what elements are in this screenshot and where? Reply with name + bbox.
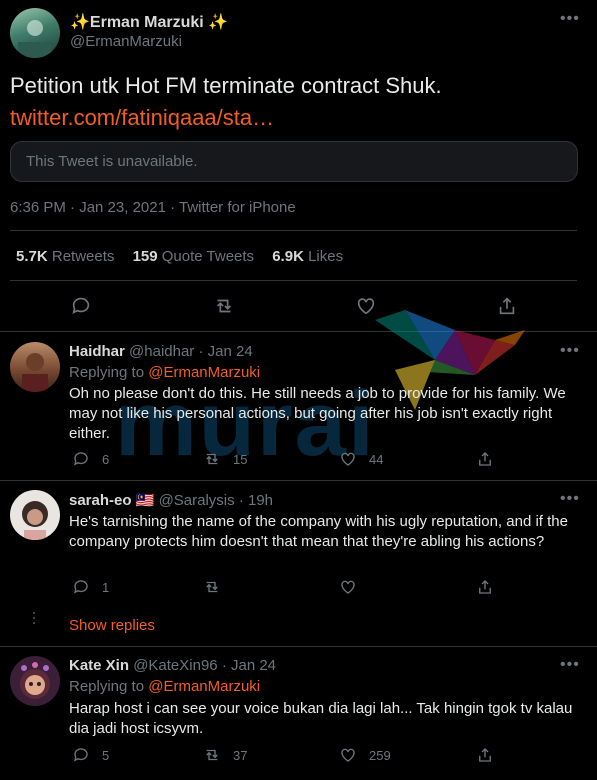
stats-row: 5.7K Retweets 159 Quote Tweets 6.9K Like… — [16, 248, 343, 265]
retweet-icon — [206, 453, 218, 465]
retweet-button[interactable] — [213, 295, 235, 322]
reply-button[interactable]: 5 — [72, 746, 109, 764]
reply-author-name[interactable]: Haidhar — [69, 343, 125, 360]
share-button[interactable] — [476, 578, 506, 596]
like-button[interactable]: 259 — [339, 746, 391, 764]
quotes-stat[interactable]: 159 Quote Tweets — [133, 248, 254, 265]
tweet-timestamp[interactable]: 6:36 PM · Jan 23, 2021 · Twitter for iPh… — [10, 199, 296, 216]
like-button[interactable]: 44 — [339, 450, 383, 468]
retweet-icon — [206, 581, 218, 593]
more-options-icon[interactable]: ••• — [560, 342, 580, 360]
reply-text: He's tarnishing the name of the company … — [69, 513, 568, 550]
reply-button[interactable]: 1 — [72, 578, 109, 596]
reply-author-name[interactable]: sarah-eo — [69, 492, 132, 509]
reply-avatar[interactable] — [10, 656, 60, 706]
share-icon — [479, 580, 491, 594]
likes-stat[interactable]: 6.9K Likes — [272, 248, 343, 265]
replying-to-link[interactable]: @ErmanMarzuki — [148, 364, 260, 381]
replying-to-line: Replying to @ErmanMarzuki — [69, 364, 261, 381]
reply-icon — [73, 452, 88, 466]
retweet-icon — [216, 299, 232, 313]
heart-icon — [357, 298, 375, 315]
reply-button[interactable] — [70, 295, 92, 322]
reply-time[interactable]: · 19h — [239, 492, 273, 509]
reply-header: Kate Xin @KateXin96 · Jan 24 — [69, 657, 276, 674]
replying-to-link[interactable]: @ErmanMarzuki — [148, 678, 260, 695]
reply-icon — [72, 297, 90, 314]
reply-header: Haidhar @haidhar · Jan 24 — [69, 343, 253, 360]
tweet-link[interactable]: twitter.com/fatiniqaaa/sta… — [10, 105, 274, 131]
reply-avatar[interactable] — [10, 490, 60, 540]
retweet-icon — [206, 749, 218, 761]
unavailable-quote-card: This Tweet is unavailable. — [10, 141, 578, 182]
malaysia-flag-icon: 🇲🇾 — [135, 492, 155, 509]
author-handle[interactable]: @ErmanMarzuki — [70, 33, 182, 50]
reply-button[interactable]: 6 — [72, 450, 109, 468]
reply-author-name[interactable]: Kate Xin — [69, 657, 129, 674]
unavailable-text: This Tweet is unavailable. — [26, 153, 198, 170]
show-replies-link[interactable]: Show replies — [69, 617, 155, 634]
reply-author-handle[interactable]: @Saralysis — [159, 492, 235, 509]
heart-icon — [341, 748, 355, 762]
divider — [0, 480, 597, 481]
reply-text: Harap host i can see your voice bukan di… — [69, 700, 573, 737]
share-button[interactable] — [476, 450, 506, 468]
like-button[interactable] — [355, 295, 377, 322]
heart-icon — [341, 452, 355, 466]
thread-dots-icon — [33, 612, 36, 624]
replying-to-line: Replying to @ErmanMarzuki — [69, 678, 261, 695]
reply-header: sarah-eo 🇲🇾 @Saralysis · 19h — [69, 491, 273, 509]
reply-author-handle[interactable]: @KateXin96 — [133, 657, 217, 674]
retweets-stat[interactable]: 5.7K Retweets — [16, 248, 114, 265]
share-icon — [479, 452, 491, 466]
author-avatar[interactable] — [10, 8, 60, 58]
more-options-icon[interactable]: ••• — [560, 490, 580, 508]
retweet-button[interactable] — [203, 578, 233, 596]
author-display-name[interactable]: ✨Erman Marzuki ✨ — [70, 12, 228, 32]
reply-time[interactable]: · Jan 24 — [198, 343, 252, 360]
reply-icon — [73, 748, 88, 762]
share-button[interactable] — [476, 746, 506, 764]
retweet-button[interactable]: 15 — [203, 450, 247, 468]
divider — [0, 646, 597, 647]
reply-author-handle[interactable]: @haidhar — [129, 343, 194, 360]
reply-time[interactable]: · Jan 24 — [222, 657, 276, 674]
retweet-button[interactable]: 37 — [203, 746, 247, 764]
reply-avatar[interactable] — [10, 342, 60, 392]
divider — [10, 230, 577, 231]
tweet-text: Petition utk Hot FM terminate contract S… — [10, 73, 442, 98]
reply-text: Oh no please don't do this. He still nee… — [69, 385, 566, 442]
like-button[interactable] — [339, 578, 369, 596]
divider — [10, 280, 577, 281]
reply-icon — [73, 580, 88, 594]
more-options-icon[interactable]: ••• — [560, 656, 580, 674]
share-icon — [479, 748, 491, 762]
heart-icon — [341, 580, 355, 594]
more-options-icon[interactable]: ••• — [560, 10, 580, 28]
